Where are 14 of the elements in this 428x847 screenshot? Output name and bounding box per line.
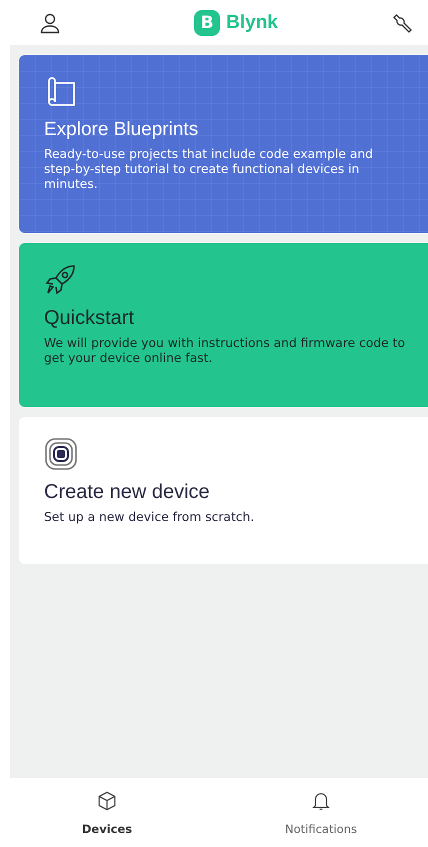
- option-card[interactable]: Quickstart We will provide you with instructions and firmware code to get your device online fast.: [19, 243, 428, 407]
- logo-mark: B: [194, 10, 220, 36]
- logo-text: Blynk: [226, 12, 278, 34]
- cube-icon: [96, 790, 118, 812]
- rocket-icon: [44, 263, 78, 297]
- chip-icon: [44, 437, 78, 471]
- card-description: Ready-to-use projects that include code example and step-by-step tutorial to create functional devices in minutes.: [44, 147, 374, 192]
- card-title: Quickstart: [44, 307, 136, 330]
- card-description: Set up a new device from scratch.: [44, 510, 256, 525]
- card-description: We will provide you with instructions and firmware code to get your device online fast.: [44, 336, 406, 366]
- card-title: Create new device: [44, 481, 211, 504]
- card-title: Explore Blueprints: [44, 119, 200, 141]
- option-card[interactable]: Create new device Set up a new device from scratch.: [19, 417, 428, 564]
- option-card[interactable]: Explore Blueprints Ready-to-use projects that include code example and step-by-step tutorial to create functional devices in minutes.: [19, 55, 428, 233]
